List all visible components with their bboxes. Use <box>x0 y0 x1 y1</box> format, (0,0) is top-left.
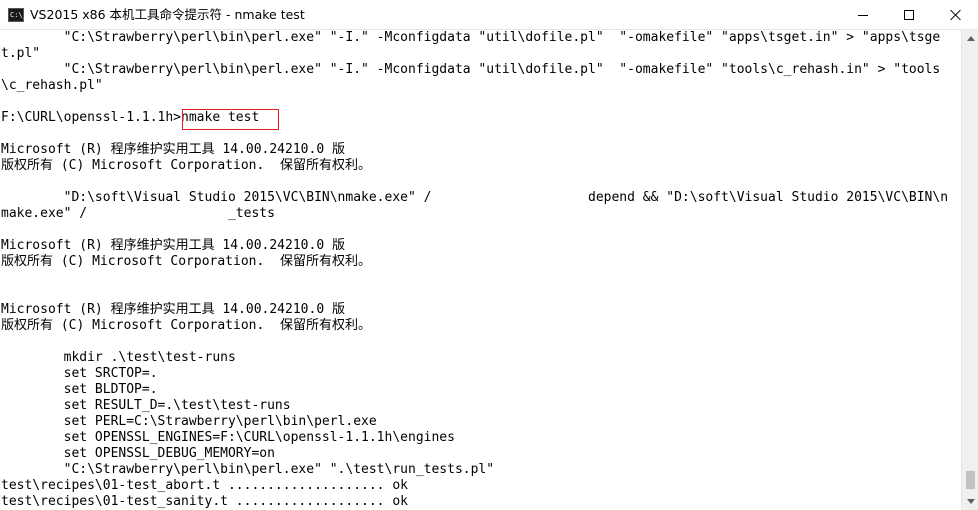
console-line: set BLDTOP=. <box>1 382 158 397</box>
console-line: mkdir .\test\test-runs <box>1 350 236 365</box>
console-line: 版权所有 (C) Microsoft Corporation. 保留所有权利。 <box>1 318 371 333</box>
console-line: make.exe" / _tests <box>1 206 275 221</box>
console-line: F:\CURL\openssl-1.1.1h>nmake test <box>1 110 260 125</box>
console-output[interactable]: "C:\Strawberry\perl\bin\perl.exe" "-I." … <box>0 30 961 510</box>
console-line: Microsoft (R) 程序维护实用工具 14.00.24210.0 版 <box>1 302 345 317</box>
console-line: "C:\Strawberry\perl\bin\perl.exe" ".\tes… <box>1 462 495 477</box>
maximize-icon <box>904 10 914 20</box>
arrow-down-icon <box>966 499 975 504</box>
console-line: set OPENSSL_ENGINES=F:\CURL\openssl-1.1.… <box>1 430 455 445</box>
scroll-down-button[interactable] <box>962 493 978 510</box>
console-line: \c_rehash.pl" <box>1 78 103 93</box>
console-line: test\recipes\01-test_abort.t ...........… <box>1 478 408 493</box>
console-line: 版权所有 (C) Microsoft Corporation. 保留所有权利。 <box>1 158 371 173</box>
console-line: set OPENSSL_DEBUG_MEMORY=on <box>1 446 275 461</box>
window-title: VS2015 x86 本机工具命令提示符 - nmake test <box>30 7 305 22</box>
maximize-button[interactable] <box>886 0 932 30</box>
console-lines: "C:\Strawberry\perl\bin\perl.exe" "-I." … <box>1 30 961 510</box>
console-line: set RESULT_D=.\test\test-runs <box>1 398 291 413</box>
console-line: Microsoft (R) 程序维护实用工具 14.00.24210.0 版 <box>1 142 345 157</box>
console-line: "D:\soft\Visual Studio 2015\VC\BIN\nmake… <box>1 190 949 205</box>
console-line: t.pl" <box>1 46 41 61</box>
scroll-thumb[interactable] <box>966 471 975 489</box>
console-line: 版权所有 (C) Microsoft Corporation. 保留所有权利。 <box>1 254 371 269</box>
console-icon[interactable]: C:\_ <box>8 8 27 22</box>
console-line: set SRCTOP=. <box>1 366 158 381</box>
close-button[interactable] <box>932 0 978 30</box>
title-bar[interactable]: C:\_ VS2015 x86 本机工具命令提示符 - nmake test <box>0 0 978 30</box>
minimize-button[interactable] <box>840 0 886 30</box>
close-icon <box>949 9 961 21</box>
vertical-scrollbar[interactable] <box>961 30 978 510</box>
console-line: Microsoft (R) 程序维护实用工具 14.00.24210.0 版 <box>1 238 345 253</box>
console-window: C:\_ VS2015 x86 本机工具命令提示符 - nmake test "… <box>0 0 978 510</box>
console-line: set PERL=C:\Strawberry\perl\bin\perl.exe <box>1 414 377 429</box>
console-line: "C:\Strawberry\perl\bin\perl.exe" "-I." … <box>1 62 941 77</box>
scroll-up-button[interactable] <box>962 30 978 47</box>
console-line: test\recipes\01-test_sanity.t ..........… <box>1 494 408 509</box>
minimize-icon <box>858 14 868 16</box>
console-line: "C:\Strawberry\perl\bin\perl.exe" "-I." … <box>1 30 941 45</box>
arrow-up-icon <box>966 36 975 41</box>
